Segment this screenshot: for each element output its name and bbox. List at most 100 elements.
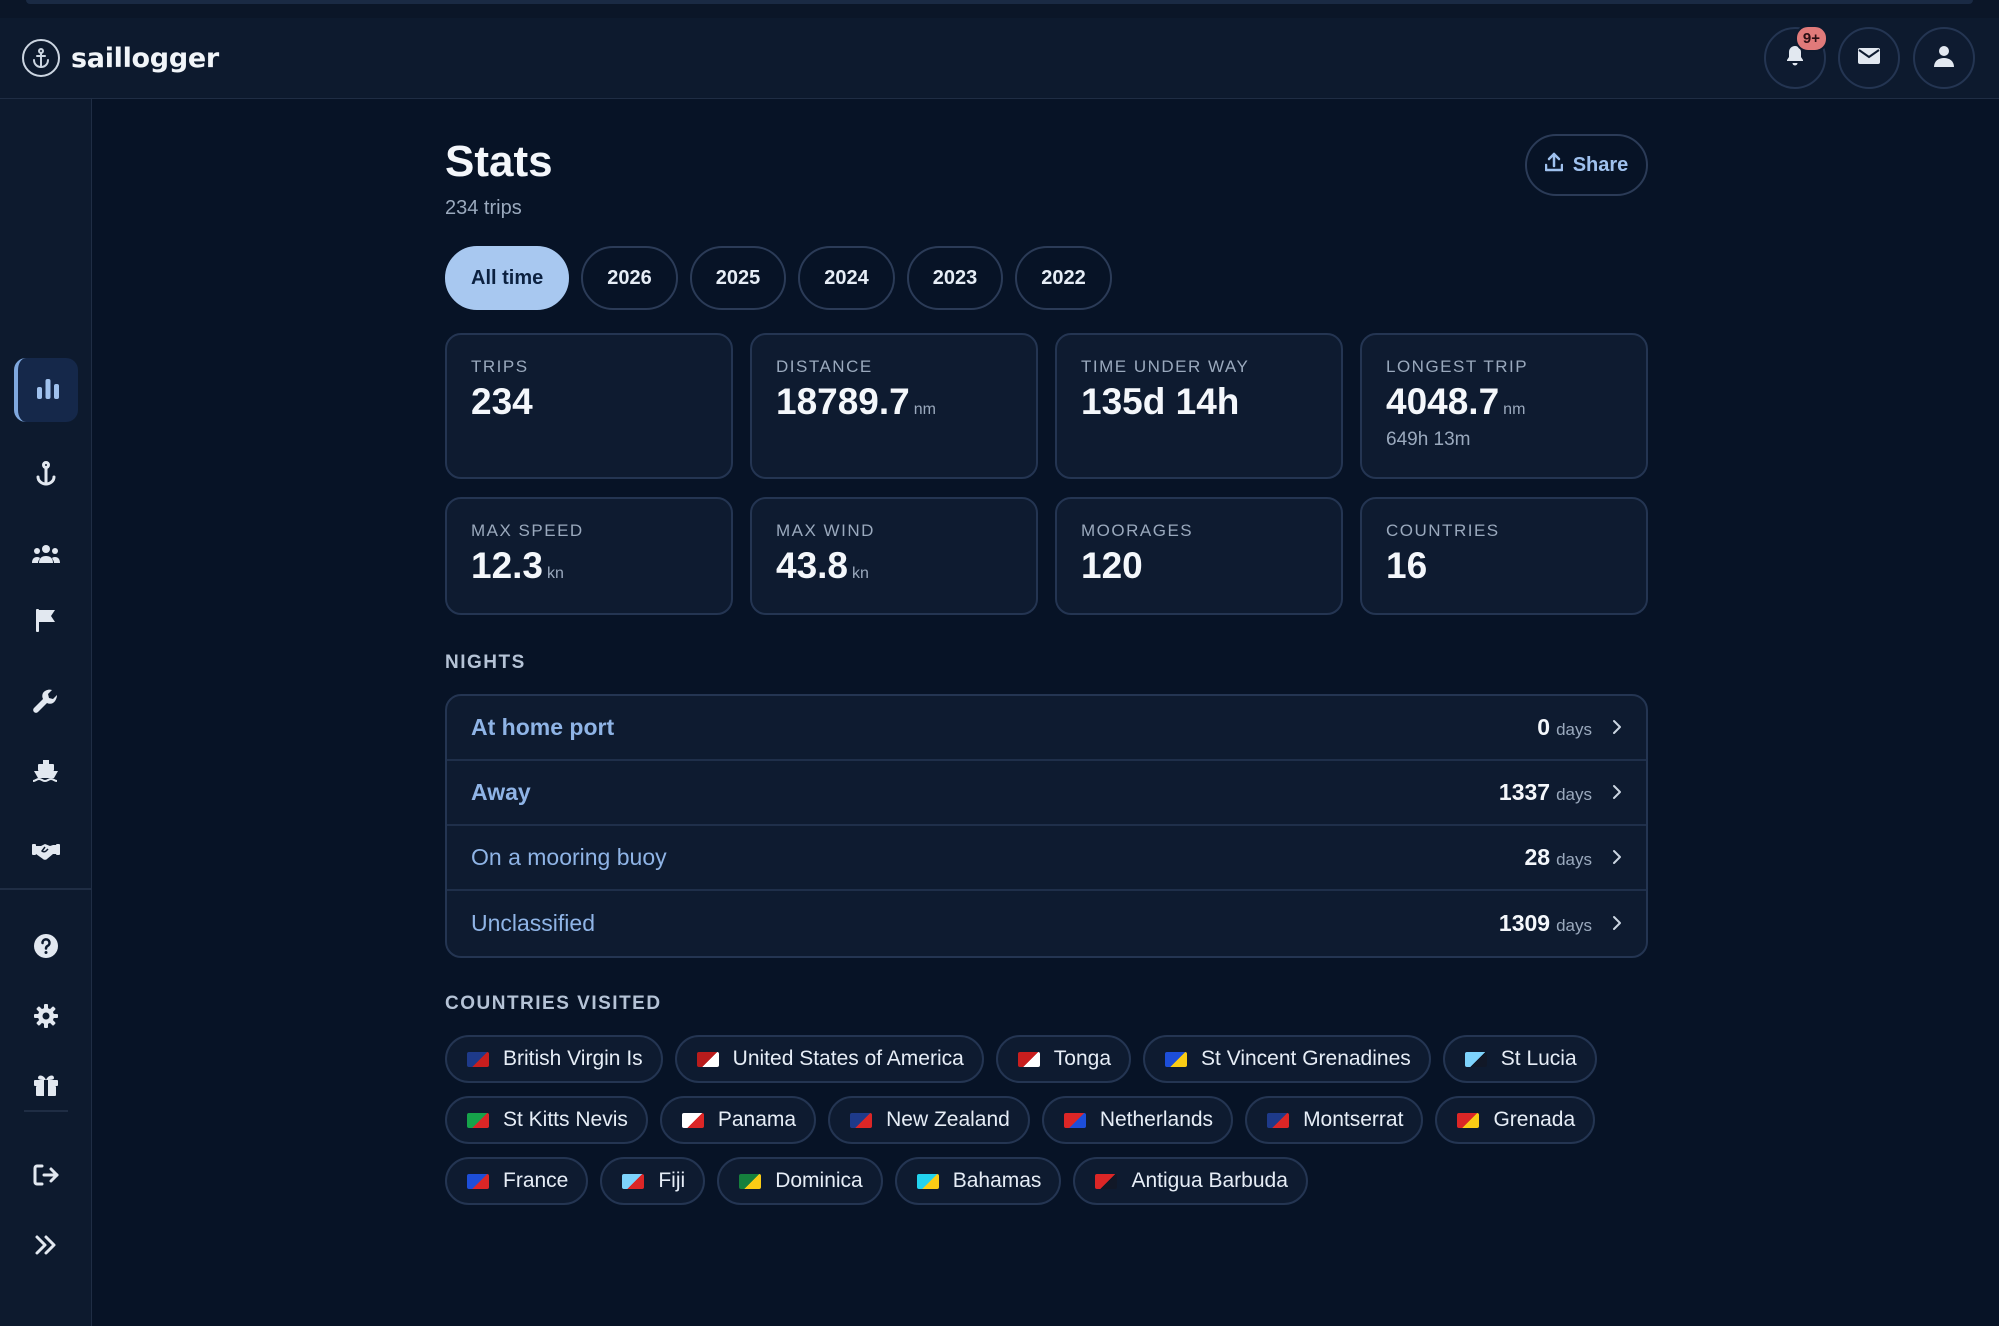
nights-unit: days bbox=[1556, 785, 1592, 804]
country-name: Panama bbox=[717, 1108, 797, 1131]
country-chip[interactable]: Grenada bbox=[1435, 1096, 1596, 1144]
sidebar-item-partners[interactable] bbox=[14, 821, 78, 885]
country-name: New Zealand bbox=[886, 1108, 1010, 1131]
notification-count-badge: 9+ bbox=[1794, 25, 1828, 52]
flag-icon bbox=[850, 1112, 873, 1128]
country-chip[interactable]: British Virgin Is bbox=[445, 1035, 663, 1083]
tab-2026[interactable]: 2026 bbox=[581, 246, 678, 310]
country-name: St Lucia bbox=[1500, 1047, 1577, 1070]
countries-heading: COUNTRIES VISITED bbox=[445, 993, 662, 1014]
nights-row-value: 28 days bbox=[1524, 844, 1622, 871]
flag-icon bbox=[681, 1112, 704, 1128]
settings-icon bbox=[33, 1003, 59, 1034]
country-name: Montserrat bbox=[1303, 1108, 1404, 1131]
notifications-button[interactable]: 9+ bbox=[1764, 25, 1828, 89]
country-chip[interactable]: France bbox=[445, 1157, 589, 1205]
country-chip[interactable]: Antigua Barbuda bbox=[1073, 1157, 1308, 1205]
sidebar-divider bbox=[0, 888, 92, 890]
browser-top-strip bbox=[0, 0, 1999, 18]
country-chip[interactable]: Panama bbox=[659, 1096, 817, 1144]
mail-icon bbox=[1857, 46, 1881, 71]
flag-icon bbox=[1017, 1051, 1040, 1067]
tab-2025[interactable]: 2025 bbox=[689, 246, 787, 310]
country-chip-row: British Virgin Is United States of Americ… bbox=[445, 1035, 1648, 1083]
tab-2022[interactable]: 2022 bbox=[1015, 246, 1112, 310]
nights-row[interactable]: At home port 0 days bbox=[447, 696, 1646, 761]
app-header: saillogger 9+ bbox=[0, 18, 1999, 99]
nights-row[interactable]: Unclassified 1309 days bbox=[447, 891, 1646, 956]
flag-icon bbox=[739, 1173, 762, 1189]
sidebar-item-gift[interactable] bbox=[14, 1055, 78, 1119]
nights-unit: days bbox=[1556, 850, 1592, 869]
country-name: Bahamas bbox=[952, 1169, 1042, 1192]
logout-icon bbox=[32, 1163, 60, 1192]
nights-count: 1337 bbox=[1498, 779, 1551, 805]
sidebar-item-logout[interactable] bbox=[14, 1145, 78, 1209]
stat-value: 18789.7 nm bbox=[776, 381, 936, 422]
sidebar-item-settings[interactable] bbox=[14, 986, 78, 1050]
flag-icon bbox=[1165, 1051, 1188, 1067]
tab-2024[interactable]: 2024 bbox=[798, 246, 895, 310]
flag-icon bbox=[1095, 1173, 1118, 1189]
stat-label: MOORAGES bbox=[1081, 521, 1194, 540]
stat-label: MAX SPEED bbox=[471, 521, 584, 540]
country-chip[interactable]: St Vincent Grenadines bbox=[1143, 1035, 1431, 1083]
flag-icon bbox=[1464, 1051, 1487, 1067]
sidebar-item-maintenance[interactable] bbox=[14, 672, 78, 736]
flag-icon bbox=[916, 1173, 939, 1189]
country-name: Tonga bbox=[1053, 1047, 1112, 1070]
sidebar-item-crew[interactable] bbox=[14, 524, 78, 588]
wrench-icon bbox=[33, 689, 59, 720]
sidebar-item-events[interactable] bbox=[14, 590, 78, 654]
nights-row-value: 0 days bbox=[1537, 714, 1622, 741]
sidebar-item-help[interactable] bbox=[14, 916, 78, 980]
stat-unit: nm bbox=[913, 401, 936, 418]
country-chip[interactable]: Bahamas bbox=[894, 1157, 1062, 1205]
period-tabs: All time 2026 2025 2024 2023 2022 bbox=[445, 246, 1112, 310]
country-chip[interactable]: United States of America bbox=[674, 1035, 984, 1083]
nights-row-label: At home port bbox=[471, 714, 615, 740]
sidebar-item-stats-active[interactable] bbox=[14, 358, 78, 422]
nights-row[interactable]: On a mooring buoy 28 days bbox=[447, 826, 1646, 891]
country-chip[interactable]: Dominica bbox=[717, 1157, 883, 1205]
messages-button[interactable] bbox=[1838, 27, 1900, 89]
flag-icon bbox=[467, 1051, 489, 1067]
country-chip[interactable]: Fiji bbox=[600, 1157, 706, 1205]
flag-icon bbox=[1063, 1112, 1086, 1128]
country-name: United States of America bbox=[732, 1047, 964, 1070]
flag-icon bbox=[35, 608, 57, 637]
stat-value: 43.8 kn bbox=[776, 545, 869, 586]
gift-icon bbox=[33, 1073, 59, 1102]
country-chip[interactable]: St Kitts Nevis bbox=[445, 1096, 648, 1144]
countries-list: British Virgin Is United States of Americ… bbox=[445, 1035, 1648, 1218]
stat-label: TIME UNDER WAY bbox=[1081, 357, 1250, 376]
trip-count: 234 trips bbox=[445, 197, 522, 219]
brand[interactable]: saillogger bbox=[22, 38, 219, 78]
sidebar-item-boats[interactable] bbox=[14, 741, 78, 805]
sidebar-expand-button[interactable] bbox=[14, 1215, 78, 1279]
stat-card-max-speed: MAX SPEED 12.3 kn bbox=[445, 497, 733, 615]
country-name: Antigua Barbuda bbox=[1131, 1169, 1288, 1192]
country-name: Grenada bbox=[1493, 1108, 1576, 1131]
nights-row[interactable]: Away 1337 days bbox=[447, 761, 1646, 826]
stat-value: 135d 14h bbox=[1081, 381, 1240, 422]
country-chip[interactable]: Montserrat bbox=[1245, 1096, 1424, 1144]
country-chip[interactable]: St Lucia bbox=[1442, 1035, 1597, 1083]
country-chip[interactable]: Tonga bbox=[995, 1035, 1132, 1083]
account-button[interactable] bbox=[1913, 27, 1975, 89]
stat-card-trips: TRIPS 234 bbox=[445, 333, 733, 479]
help-icon bbox=[33, 933, 59, 964]
tab-all-time[interactable]: All time bbox=[445, 246, 570, 310]
share-button[interactable]: Share bbox=[1525, 134, 1648, 196]
country-chip[interactable]: New Zealand bbox=[828, 1096, 1030, 1144]
nights-unit: days bbox=[1556, 720, 1592, 739]
flag-icon bbox=[467, 1173, 489, 1189]
nights-count: 0 bbox=[1537, 714, 1551, 740]
nights-unit: days bbox=[1556, 916, 1592, 935]
nights-heading: NIGHTS bbox=[445, 652, 526, 673]
tab-2023[interactable]: 2023 bbox=[906, 246, 1004, 310]
country-chip[interactable]: Netherlands bbox=[1041, 1096, 1234, 1144]
sidebar-item-moorages[interactable] bbox=[14, 444, 78, 508]
stat-card-max-wind: MAX WIND 43.8 kn bbox=[750, 497, 1038, 615]
users-icon bbox=[32, 544, 60, 569]
